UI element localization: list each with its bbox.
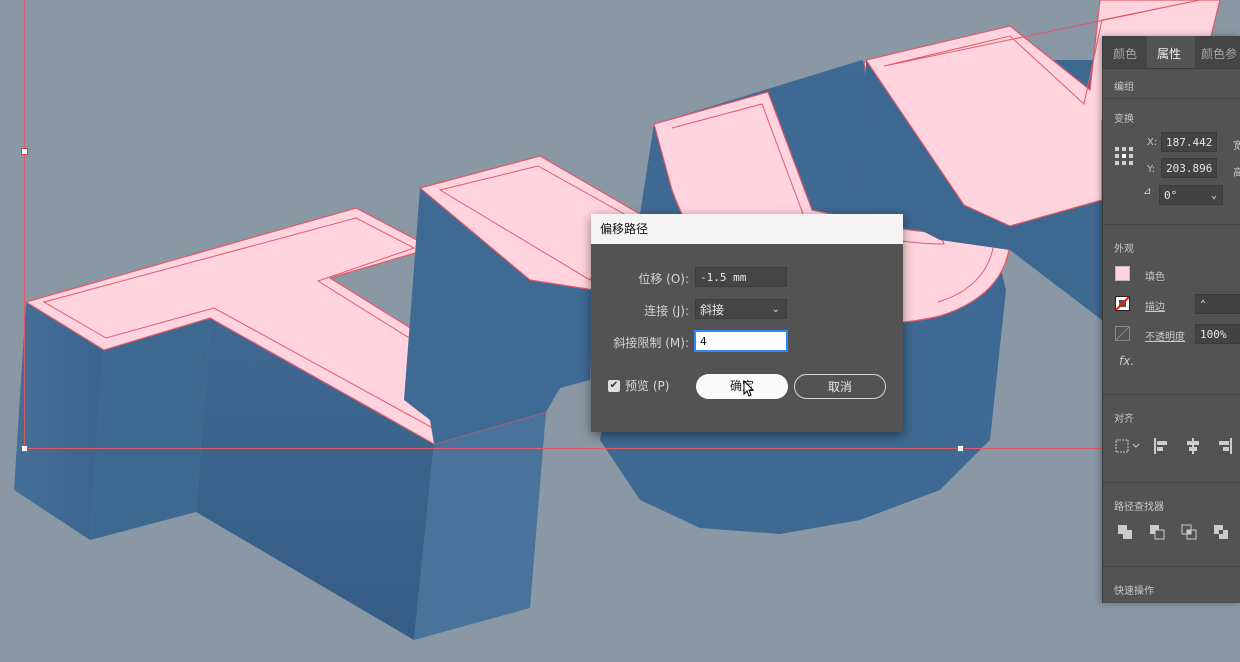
miter-limit-label: 斜接限制 (M):	[613, 336, 689, 350]
align-heading: 对齐	[1114, 414, 1134, 425]
joins-select[interactable]: 斜接 ⌄	[695, 299, 787, 319]
appearance-heading: 外观	[1114, 244, 1134, 255]
selection-bound-left	[24, 0, 25, 450]
fx-effects-icon[interactable]: fx.	[1119, 354, 1134, 368]
selection-handle-left-mid[interactable]	[21, 148, 28, 155]
pathfinder-intersect-icon[interactable]	[1181, 524, 1197, 540]
tab-color-guide[interactable]: 颜色参	[1201, 45, 1237, 62]
opacity-input[interactable]: 100%	[1195, 324, 1240, 344]
selection-handle-bottom-left[interactable]	[21, 445, 28, 452]
selection-bound-bottom	[24, 448, 1102, 449]
align-to-selection-icon[interactable]	[1115, 438, 1141, 454]
miter-row: 斜接限制 (M): 4	[591, 331, 903, 353]
pathfinder-unite-icon[interactable]	[1117, 524, 1133, 540]
align-left-icon[interactable]	[1153, 438, 1169, 454]
pathfinder-minus-front-icon[interactable]	[1149, 524, 1165, 540]
x-label: X:	[1147, 137, 1158, 148]
rotation-value: 0°	[1164, 189, 1178, 202]
x-input[interactable]: 187.442	[1161, 132, 1217, 152]
joins-row: 连接 (J): 斜接 ⌄	[591, 299, 903, 321]
offset-row: 位移 (O): -1.5 mm	[591, 267, 903, 289]
rotation-input[interactable]: 0° ⌄	[1159, 185, 1223, 205]
stepper-icon[interactable]: ⌃	[1200, 295, 1206, 315]
quick-actions-heading: 快速操作	[1114, 586, 1154, 597]
offset-path-dialog: 偏移路径 位移 (O): -1.5 mm 连接 (J): 斜接 ⌄ 斜接限制 (…	[591, 214, 903, 432]
pathfinder-exclude-icon[interactable]	[1213, 524, 1229, 540]
reference-point-icon[interactable]	[1114, 146, 1134, 166]
miter-limit-input[interactable]: 4	[695, 331, 787, 351]
fill-swatch[interactable]	[1115, 266, 1130, 281]
opacity-icon	[1115, 326, 1130, 341]
stroke-none-icon[interactable]	[1115, 296, 1130, 311]
align-right-icon[interactable]	[1217, 438, 1233, 454]
preview-label: 预览 (P)	[625, 379, 670, 393]
width-label: 宽	[1233, 141, 1240, 152]
group-label: 编组	[1114, 82, 1134, 93]
joins-select-value: 斜接	[700, 303, 725, 317]
offset-label: 位移 (O):	[638, 272, 689, 286]
y-input[interactable]: 203.896	[1161, 158, 1217, 178]
preview-checkbox[interactable]: ✔ 预览 (P)	[608, 377, 669, 394]
dialog-title[interactable]: 偏移路径	[591, 214, 903, 244]
height-label: 高	[1233, 168, 1240, 179]
fill-label: 填色	[1145, 272, 1165, 283]
chevron-down-icon: ⌄	[1210, 190, 1217, 201]
tab-properties[interactable]: 属性	[1157, 45, 1181, 62]
transform-heading: 变换	[1114, 114, 1134, 125]
align-horizontal-center-icon[interactable]	[1185, 438, 1201, 454]
opacity-label[interactable]: 不透明度	[1145, 328, 1185, 343]
tab-color[interactable]: 颜色	[1113, 45, 1137, 62]
pathfinder-heading: 路径查找器	[1114, 502, 1164, 513]
properties-panel: 颜色 属性 颜色参 编组 变换 X: 187.442 宽 Y: 203.896 …	[1102, 36, 1240, 603]
angle-icon: ⊿	[1143, 186, 1152, 197]
stroke-label[interactable]: 描边	[1145, 298, 1165, 313]
cancel-button[interactable]: 取消	[794, 374, 886, 399]
checkbox-checked-icon[interactable]: ✔	[608, 379, 620, 392]
y-label: Y:	[1147, 164, 1156, 175]
ok-button[interactable]: 确定	[696, 374, 788, 399]
panel-tabs: 颜色 属性 颜色参	[1103, 36, 1240, 69]
joins-label: 连接 (J):	[644, 304, 689, 318]
selection-handle-bottom-mid[interactable]	[957, 445, 964, 452]
mouse-cursor-icon	[743, 380, 755, 397]
chevron-down-icon: ⌄	[771, 304, 780, 315]
offset-input[interactable]: -1.5 mm	[695, 267, 787, 287]
stroke-weight-stepper[interactable]: ⌃	[1195, 294, 1240, 314]
